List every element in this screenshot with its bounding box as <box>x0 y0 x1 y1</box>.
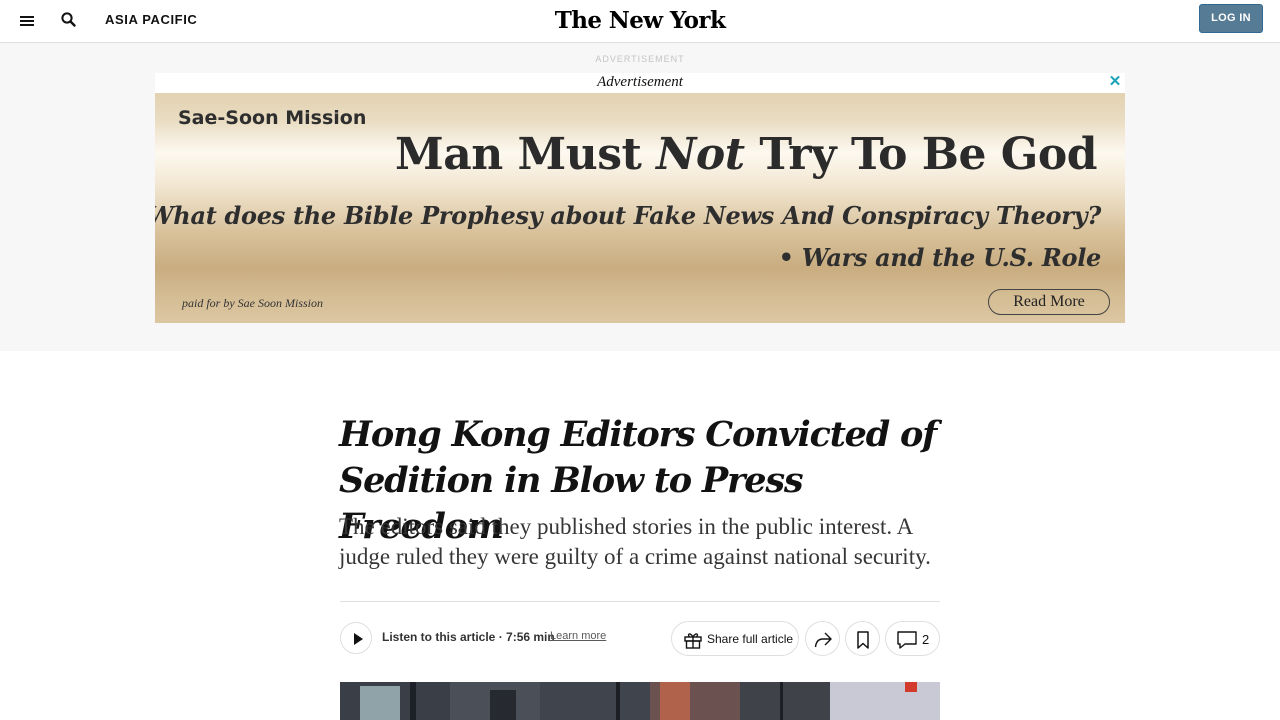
ad-bullet-line: • What does the Bible Prophesy about Fak… <box>155 201 1101 230</box>
comment-bubble-icon <box>897 631 917 649</box>
share-full-article-label: Share full article <box>707 632 794 646</box>
ad-headline-part1: Man Must <box>394 129 657 180</box>
share-arrow-icon <box>814 632 832 648</box>
lead-photo <box>340 682 940 720</box>
ad-headline-emphasis: Not <box>656 129 745 180</box>
login-button[interactable]: LOG IN <box>1199 4 1263 33</box>
learn-more-link[interactable]: Learn more <box>550 630 606 642</box>
ad-headline-part2: Try To Be God <box>744 129 1097 180</box>
play-icon <box>354 633 363 645</box>
search-icon[interactable] <box>58 9 80 31</box>
section-link-asia-pacific[interactable]: ASIA PACIFIC <box>105 12 197 27</box>
divider <box>340 601 940 602</box>
ad-banner[interactable]: Sae-Soon Mission Man Must Not Try To Be … <box>155 93 1125 323</box>
ad-paid-for: paid for by Sae Soon Mission <box>182 296 323 310</box>
listen-label: Listen to this article · 7:56 min <box>382 630 555 644</box>
save-button[interactable] <box>845 621 880 656</box>
share-button[interactable] <box>805 621 840 656</box>
comments-button[interactable]: 2 <box>885 621 940 656</box>
play-audio-button[interactable] <box>340 622 372 654</box>
gift-icon <box>684 633 702 649</box>
ad-frame[interactable]: Advertisement ✕ Sae-Soon Mission Man Mus… <box>155 73 1125 323</box>
ad-read-more-button[interactable]: Read More <box>988 289 1110 315</box>
article-summary: The editors said they published stories … <box>339 514 931 569</box>
ad-region: ADVERTISEMENT Advertisement ✕ Sae-Soon M… <box>0 43 1280 351</box>
ad-close-icon[interactable]: ✕ <box>1107 73 1123 91</box>
ad-headline: Man Must Not Try To Be God <box>394 129 1098 180</box>
ad-frame-title: Advertisement <box>155 73 1125 93</box>
hamburger-menu-icon[interactable] <box>14 10 40 32</box>
ad-brand: Sae-Soon Mission <box>178 107 367 129</box>
share-full-article-button[interactable]: Share full article <box>671 621 799 656</box>
site-header: ASIA PACIFIC The New York Times LOG IN <box>0 0 1280 68</box>
comment-count: 2 <box>922 632 930 647</box>
bookmark-icon <box>857 631 869 649</box>
ad-bullet-line: • Wars and the U.S. Role <box>778 243 1102 272</box>
advertisement-label: ADVERTISEMENT <box>595 54 685 64</box>
